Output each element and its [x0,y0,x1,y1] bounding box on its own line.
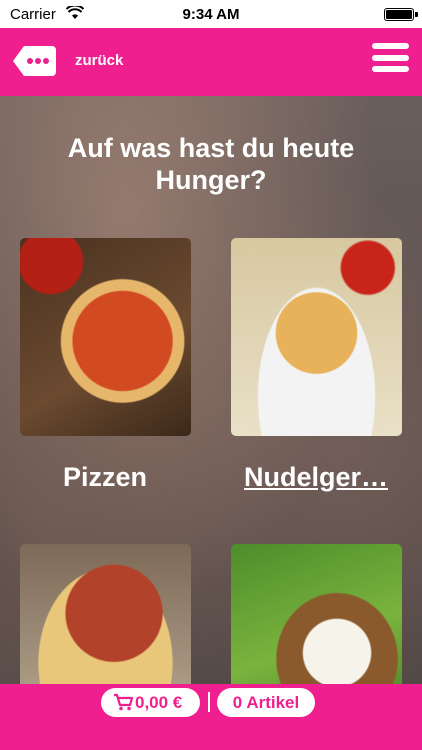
divider [208,692,210,712]
menu-line [372,66,409,72]
menu-line [372,54,409,61]
cart-bar: 0,00 € 0 Artikel [0,684,422,720]
navigation-bar: zurück [0,28,422,96]
spaghetti-image[interactable] [20,544,191,684]
shopping-cart-icon [114,693,133,711]
baked-potato-image[interactable] [231,544,402,684]
speech-bubble-dots-icon [13,46,56,76]
back-label[interactable]: zurück [75,52,123,69]
status-bar: Carrier 9:34 AM [0,0,422,28]
page-title: Auf was hast du heute Hunger? [67,133,355,195]
pizza-image[interactable] [20,238,191,436]
category-label-nudelgerichte[interactable]: Nudelger… [226,462,406,493]
bottom-bar [0,720,422,750]
clock: 9:34 AM [182,6,240,23]
pasta-image[interactable] [231,238,402,436]
category-label-pizzen[interactable]: Pizzen [10,462,200,493]
back-button[interactable] [12,44,58,78]
cart-article-count-button[interactable]: 0 Artikel [217,688,315,717]
menu-line [372,43,409,49]
battery-icon [384,8,418,21]
hamburger-menu-icon[interactable] [372,43,409,76]
cart-total-button[interactable]: 0,00 € [101,688,200,717]
cart-total-price: 0,00 € [135,693,183,712]
main-content: Auf was hast du heute Hunger? Pizzen Nud… [0,96,422,684]
